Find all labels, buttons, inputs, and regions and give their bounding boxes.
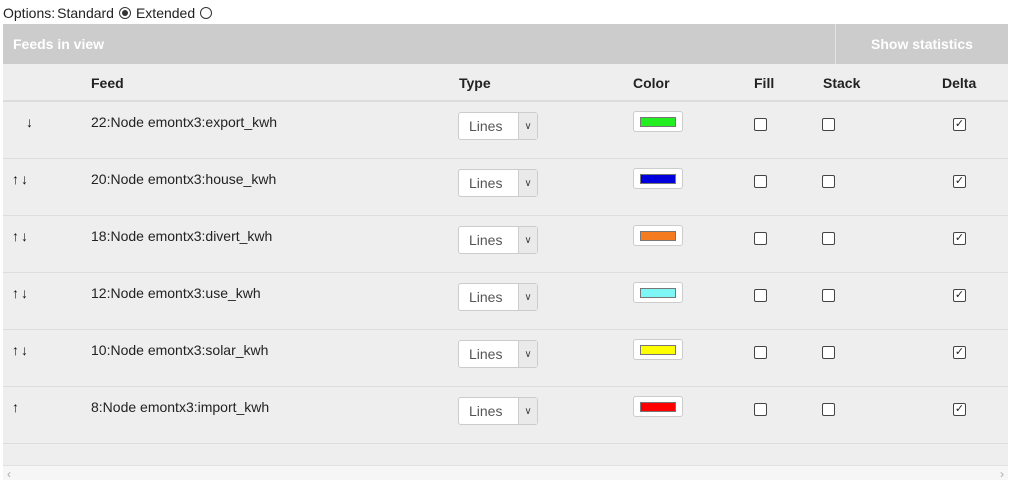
- scroll-left-icon[interactable]: ‹: [7, 467, 11, 481]
- standard-label: Standard: [57, 5, 114, 21]
- arrow-up-icon[interactable]: ↑: [12, 399, 19, 415]
- type-select[interactable]: Lines ∨: [458, 283, 538, 311]
- options-label: Options:: [3, 5, 56, 21]
- table-row: ↑ ↓ 12:Node emontx3:use_kwh Lines ∨ ✓: [3, 273, 1008, 330]
- delta-checkbox[interactable]: ✓: [953, 346, 966, 359]
- delta-checkbox[interactable]: ✓: [953, 403, 966, 416]
- stack-checkbox[interactable]: [822, 118, 835, 131]
- chevron-down-icon: ∨: [518, 341, 537, 367]
- type-select-value: Lines: [469, 118, 503, 134]
- chevron-down-icon: ∨: [518, 170, 537, 196]
- reorder-arrows: ↓: [26, 114, 33, 130]
- table-row: ↑ ↓ 18:Node emontx3:divert_kwh Lines ∨ ✓: [3, 216, 1008, 273]
- arrow-down-icon[interactable]: ↓: [26, 114, 33, 130]
- stack-checkbox[interactable]: [822, 403, 835, 416]
- arrow-up-icon[interactable]: ↑: [12, 228, 19, 244]
- fill-checkbox[interactable]: [754, 289, 767, 302]
- fill-checkbox[interactable]: [754, 232, 767, 245]
- fill-checkbox[interactable]: [754, 175, 767, 188]
- type-select[interactable]: Lines ∨: [458, 112, 538, 140]
- horizontal-scrollbar[interactable]: ‹ ›: [3, 465, 1008, 481]
- color-swatch: [640, 174, 676, 184]
- type-select-value: Lines: [469, 403, 503, 419]
- color-swatch: [640, 117, 676, 127]
- type-select-value: Lines: [469, 232, 503, 248]
- color-picker[interactable]: [633, 282, 683, 303]
- color-swatch: [640, 402, 676, 412]
- standard-radio[interactable]: [118, 7, 131, 19]
- column-header-delta: Delta: [942, 75, 977, 91]
- stack-checkbox[interactable]: [822, 289, 835, 302]
- reorder-arrows: ↑ ↓: [12, 342, 28, 358]
- feed-name: 20:Node emontx3:house_kwh: [91, 171, 277, 187]
- feed-name: 8:Node emontx3:import_kwh: [91, 399, 270, 415]
- table-row: ↑ ↓ 10:Node emontx3:solar_kwh Lines ∨ ✓: [3, 330, 1008, 387]
- feed-name: 18:Node emontx3:divert_kwh: [91, 228, 273, 244]
- reorder-arrows: ↑: [12, 399, 19, 415]
- arrow-down-icon[interactable]: ↓: [21, 171, 28, 187]
- type-select-value: Lines: [469, 289, 503, 305]
- type-select[interactable]: Lines ∨: [458, 169, 538, 197]
- extended-radio[interactable]: [200, 7, 213, 19]
- table-row: ↑ 8:Node emontx3:import_kwh Lines ∨ ✓: [3, 387, 1008, 444]
- panel-header: Feeds in view Show statistics: [3, 24, 1008, 64]
- arrow-down-icon[interactable]: ↓: [21, 342, 28, 358]
- table-row: ↓ 22:Node emontx3:export_kwh Lines ∨ ✓: [3, 102, 1008, 159]
- chevron-down-icon: ∨: [518, 398, 537, 424]
- reorder-arrows: ↑ ↓: [12, 285, 28, 301]
- column-header-color: Color: [633, 75, 670, 91]
- feeds-panel: Feeds in view Show statistics Feed Type …: [3, 24, 1008, 481]
- reorder-arrows: ↑ ↓: [12, 228, 28, 244]
- delta-checkbox[interactable]: ✓: [953, 118, 966, 131]
- arrow-up-icon[interactable]: ↑: [12, 285, 19, 301]
- delta-checkbox[interactable]: ✓: [953, 289, 966, 302]
- stack-checkbox[interactable]: [822, 175, 835, 188]
- delta-checkbox[interactable]: ✓: [953, 232, 966, 245]
- color-picker[interactable]: [633, 396, 683, 417]
- column-header-fill: Fill: [754, 75, 775, 91]
- type-select[interactable]: Lines ∨: [458, 397, 538, 425]
- fill-checkbox[interactable]: [754, 118, 767, 131]
- type-select[interactable]: Lines ∨: [458, 340, 538, 368]
- color-swatch: [640, 231, 676, 241]
- delta-checkbox[interactable]: ✓: [953, 175, 966, 188]
- color-picker[interactable]: [633, 339, 683, 360]
- scroll-right-icon[interactable]: ›: [1000, 467, 1004, 481]
- arrow-down-icon[interactable]: ↓: [21, 228, 28, 244]
- options-bar: Options: Standard Extended: [3, 4, 215, 22]
- color-picker[interactable]: [633, 111, 683, 132]
- panel-title: Feeds in view: [13, 36, 105, 52]
- chevron-down-icon: ∨: [518, 113, 537, 139]
- type-select-value: Lines: [469, 175, 503, 191]
- column-header-stack: Stack: [823, 75, 861, 91]
- chevron-down-icon: ∨: [518, 284, 537, 310]
- color-swatch: [640, 345, 676, 355]
- reorder-arrows: ↑ ↓: [12, 171, 28, 187]
- chevron-down-icon: ∨: [518, 227, 537, 253]
- column-header-type: Type: [459, 75, 491, 91]
- feed-name: 10:Node emontx3:solar_kwh: [91, 342, 269, 358]
- extended-label: Extended: [135, 5, 196, 21]
- feed-name: 12:Node emontx3:use_kwh: [91, 285, 261, 301]
- stack-checkbox[interactable]: [822, 346, 835, 359]
- color-swatch: [640, 288, 676, 298]
- type-select[interactable]: Lines ∨: [458, 226, 538, 254]
- fill-checkbox[interactable]: [754, 346, 767, 359]
- arrow-down-icon[interactable]: ↓: [21, 285, 28, 301]
- color-picker[interactable]: [633, 168, 683, 189]
- arrow-up-icon[interactable]: ↑: [12, 171, 19, 187]
- stack-checkbox[interactable]: [822, 232, 835, 245]
- fill-checkbox[interactable]: [754, 403, 767, 416]
- show-statistics-button[interactable]: Show statistics: [836, 24, 1008, 64]
- table-row: ↑ ↓ 20:Node emontx3:house_kwh Lines ∨ ✓: [3, 159, 1008, 216]
- feed-name: 22:Node emontx3:export_kwh: [91, 114, 277, 130]
- column-header-feed: Feed: [91, 75, 124, 91]
- type-select-value: Lines: [469, 346, 503, 362]
- color-picker[interactable]: [633, 225, 683, 246]
- arrow-up-icon[interactable]: ↑: [12, 342, 19, 358]
